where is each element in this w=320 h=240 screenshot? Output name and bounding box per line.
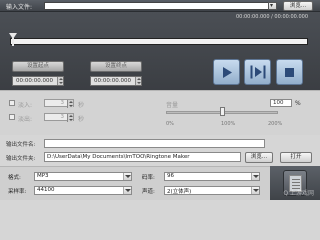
volume-unit: % [295,100,301,107]
format-value: MP3 [37,173,49,179]
output-folder-label: 输出文件夹: [6,156,36,162]
sample-rate-value: 44100 [37,187,55,193]
input-file-dropdown[interactable]: ▾ [268,2,277,10]
open-folder-button[interactable]: 打开 [280,152,312,163]
bitrate-label: 码率: [142,175,155,181]
seek-bar[interactable] [10,38,308,45]
volume-tick-100: 100% [221,121,236,127]
format-select[interactable]: MP3 [34,172,132,181]
input-browse-button[interactable]: 浏览... [283,1,313,11]
end-time-field[interactable]: 00:00:00.000 [90,76,142,86]
volume-slider-thumb[interactable] [219,107,225,116]
start-time-field[interactable]: 00:00:00.000 [12,76,64,86]
output-browse-button[interactable]: 浏览... [245,152,273,163]
input-file-field[interactable] [44,2,276,10]
fade-in-label: 淡入: [18,102,33,109]
stop-button[interactable] [276,59,303,85]
fade-in-unit: 秒 [78,102,85,109]
end-time-spinner[interactable] [135,77,141,85]
output-folder-path: D:\UserData\My Documents\ImTOO\Ringtone … [47,154,190,160]
chevron-down-icon [251,187,259,194]
play-selection-button[interactable] [244,59,271,85]
fade-in-value: 3 [60,100,65,106]
chevron-down-icon: ▾ [270,2,274,9]
start-time-spinner[interactable] [57,77,63,85]
sample-rate-label: 采样率: [8,189,27,195]
fade-out-label: 淡出: [18,116,33,123]
volume-input[interactable]: 100 [270,99,292,107]
end-time-value: 00:00:00.000 [94,78,131,84]
time-readout: 00:00:00.000 / 00:00:00.000 [235,14,308,20]
play-button[interactable] [213,59,240,85]
output-folder-field[interactable]: D:\UserData\My Documents\ImTOO\Ringtone … [44,152,241,162]
set-end-button[interactable]: 设置终点 [90,61,142,72]
fade-in-checkbox[interactable] [9,100,15,106]
seek-thumb[interactable] [9,33,17,46]
volume-label: 音量 [166,102,179,109]
format-label: 格式: [8,175,21,181]
chevron-down-icon [251,173,259,180]
bitrate-value: 96 [167,173,174,179]
output-name-field[interactable] [44,139,265,148]
volume-value: 100 [273,100,284,106]
fade-out-input[interactable]: 3 [44,113,74,122]
chevron-down-icon [123,187,131,194]
fade-in-spinner[interactable] [67,100,73,108]
fade-out-value: 3 [60,114,65,120]
volume-tick-0: 0% [166,121,174,127]
watermark: Q 上游戏网 [283,190,314,197]
set-start-button[interactable]: 设置起点 [12,61,64,72]
play-icon [214,60,239,84]
volume-tick-200: 200% [268,121,283,127]
chevron-down-icon [123,173,131,180]
bitrate-select[interactable]: 96 [164,172,260,181]
channels-value: 2(立体声) [167,189,192,195]
channels-select[interactable]: 2(立体声) [164,186,260,195]
channels-label: 声道: [142,189,155,195]
fade-out-checkbox[interactable] [9,114,15,120]
sample-rate-select[interactable]: 44100 [34,186,132,195]
input-file-label: 输入文件: [6,4,33,11]
stop-icon [277,60,302,84]
fade-in-input[interactable]: 3 [44,99,74,108]
start-time-value: 00:00:00.000 [16,78,53,84]
output-name-label: 输出文件名: [6,142,36,148]
play-selection-icon [245,60,270,84]
fade-out-spinner[interactable] [67,114,73,122]
fade-out-unit: 秒 [78,116,85,123]
